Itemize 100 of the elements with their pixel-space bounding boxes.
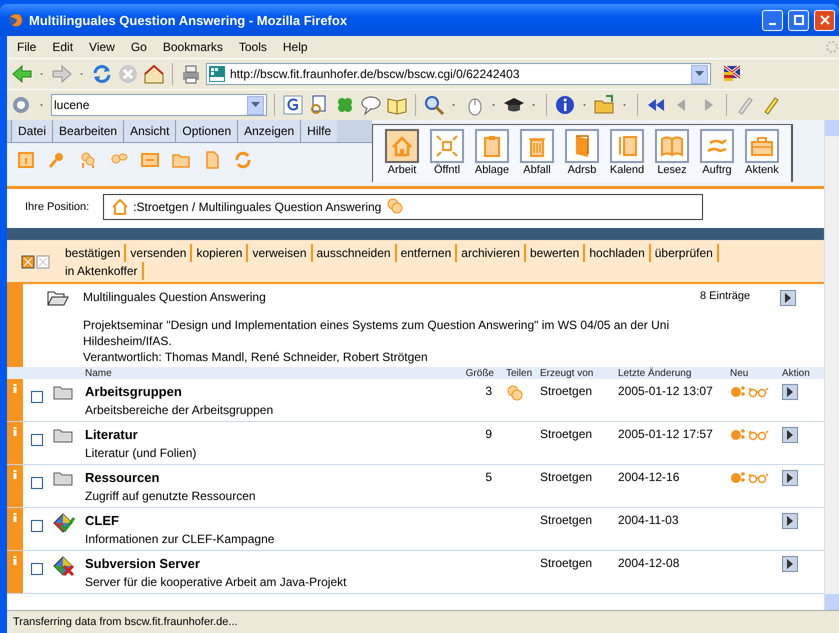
action-link[interactable]: archivieren xyxy=(457,244,526,262)
dropdown-caret-icon[interactable] xyxy=(247,96,264,114)
row-checkbox[interactable] xyxy=(31,391,43,403)
action-link[interactable]: versenden xyxy=(126,244,192,262)
creator-cell: Stroetgen xyxy=(540,513,592,527)
item-name-link[interactable]: Ressourcen xyxy=(85,470,160,485)
maximize-button[interactable] xyxy=(788,10,809,30)
menu-tab[interactable]: Bearbeiten xyxy=(52,120,124,142)
menu-item[interactable]: Help xyxy=(274,40,316,54)
column-header[interactable]: Aktion xyxy=(782,368,824,378)
sync-icon[interactable] xyxy=(234,151,252,169)
menu-tab[interactable]: Optionen xyxy=(175,120,238,142)
action-link[interactable]: in Aktenkoffer xyxy=(61,262,144,280)
creator-cell: Stroetgen xyxy=(540,384,592,398)
breadcrumb-path[interactable]: :Stroetgen / Multilinguales Question Answering xyxy=(133,200,382,214)
select-all-icon[interactable] xyxy=(21,255,51,269)
menu-tab[interactable]: Hilfe xyxy=(300,120,338,142)
forward-arrow-icon[interactable] xyxy=(51,63,73,85)
dropdown-caret-icon[interactable] xyxy=(691,64,708,84)
creator-cell: Stroetgen xyxy=(540,427,592,441)
column-header[interactable]: Erzeugt von xyxy=(540,368,618,378)
key-icon[interactable] xyxy=(48,151,66,169)
row-checkbox[interactable] xyxy=(31,477,43,489)
people-icon[interactable] xyxy=(79,151,97,169)
info-icon[interactable] xyxy=(554,94,576,116)
printer-icon[interactable] xyxy=(180,63,202,85)
size-cell: 3 xyxy=(485,384,492,398)
column-header[interactable]: Größe xyxy=(456,368,506,378)
action-link[interactable]: entfernen xyxy=(396,244,458,262)
new-events-icon[interactable] xyxy=(730,427,770,441)
reload-icon[interactable] xyxy=(91,63,113,85)
menu-tab[interactable]: Datei xyxy=(11,120,52,142)
action-arrow-button[interactable] xyxy=(782,384,798,400)
date-cell: 2004-12-16 xyxy=(618,470,680,484)
new-events-icon[interactable] xyxy=(730,384,770,398)
size-cell: 9 xyxy=(485,427,492,441)
action-link[interactable]: überprüfen xyxy=(650,244,719,262)
action-arrow-button[interactable] xyxy=(782,427,798,443)
home-icon[interactable] xyxy=(143,63,165,85)
play-triangle-icon xyxy=(786,430,794,440)
action-link[interactable]: hochladen xyxy=(585,244,651,262)
item-name-link[interactable]: CLEF xyxy=(85,513,119,528)
action-link[interactable]: ausschneiden xyxy=(312,244,397,262)
position-label: Ihre Position: xyxy=(25,201,90,213)
window-title: Multilinguales Question Answering - Mozilla Firefox xyxy=(29,12,348,28)
address-field[interactable]: http://bscw.fit.fraunhofer.de/bscw/bscw.cgi/0/62242403 xyxy=(206,63,711,85)
column-header[interactable]: Teilen xyxy=(506,368,540,378)
scrollbar[interactable] xyxy=(824,120,839,610)
folder-description: Projektseminar "Design und Implementation eines Systems zum Question Answering" im WS 04/05 an der Uni Hildesheim/IfAS. Verantwortlich: Thomas Mandl, René Schneider, Robert Strötgen xyxy=(83,317,670,365)
action-link[interactable]: verweisen xyxy=(248,244,312,262)
minimize-button[interactable] xyxy=(762,10,783,30)
diamond-check-icon xyxy=(53,513,75,533)
action-arrow-button[interactable] xyxy=(782,513,798,529)
play-triangle-icon xyxy=(786,516,794,526)
row-checkbox[interactable] xyxy=(31,563,43,575)
action-arrow-button[interactable] xyxy=(782,556,798,572)
new-events-icon[interactable] xyxy=(730,470,770,484)
folder-icon[interactable] xyxy=(594,94,616,116)
column-header[interactable]: Letzte Änderung xyxy=(618,368,730,378)
home-icon[interactable] xyxy=(112,199,128,215)
menu-item[interactable]: File xyxy=(9,40,44,54)
action-link[interactable]: bestätigen xyxy=(61,244,126,262)
minimize-icon xyxy=(769,23,776,25)
menu-item[interactable]: View xyxy=(81,40,123,54)
menu-item[interactable]: Bookmarks xyxy=(154,40,231,54)
folder-icon xyxy=(53,427,73,443)
column-header[interactable]: Neu xyxy=(730,368,782,378)
maximize-icon xyxy=(794,15,804,25)
back-arrow-icon[interactable] xyxy=(11,63,33,85)
item-name-link[interactable]: Subversion Server xyxy=(85,556,200,571)
action-arrow-button[interactable] xyxy=(782,470,798,486)
menu-tab[interactable]: Anzeigen xyxy=(237,120,300,142)
item-name-link[interactable]: Arbeitsgruppen xyxy=(85,384,182,399)
folder-name: Multilinguales Question Answering xyxy=(83,290,267,306)
entry-count: 8 Einträge xyxy=(700,290,752,304)
close-icon xyxy=(820,15,830,25)
open-folder-icon xyxy=(47,290,69,306)
date-cell: 2004-11-03 xyxy=(618,513,678,527)
menu-item[interactable]: Tools xyxy=(230,40,275,54)
play-triangle-icon xyxy=(786,473,794,483)
column-header[interactable]: Name xyxy=(85,368,456,378)
zoom-icon[interactable] xyxy=(423,94,445,116)
speech-bubble-icon[interactable] xyxy=(360,94,382,116)
action-link[interactable]: bewerten xyxy=(526,244,586,262)
menu-item[interactable]: Edit xyxy=(44,40,82,54)
action-arrow-button[interactable] xyxy=(780,290,796,306)
menu-tab[interactable]: Ansicht xyxy=(123,120,176,142)
close-button[interactable] xyxy=(814,10,835,30)
play-triangle-icon xyxy=(786,559,794,569)
play-triangle-icon xyxy=(784,293,792,303)
window-icon[interactable] xyxy=(141,151,159,169)
action-link[interactable]: kopieren xyxy=(192,244,248,262)
menu-item[interactable]: Go xyxy=(122,40,155,54)
folder-icon xyxy=(53,384,73,400)
search-field[interactable]: lucene xyxy=(51,94,267,116)
item-description: Literatur (und Folien) xyxy=(85,446,198,460)
size-cell: 5 xyxy=(485,470,492,484)
row-checkbox[interactable] xyxy=(31,520,43,532)
item-name-link[interactable]: Literatur xyxy=(85,427,138,442)
row-checkbox[interactable] xyxy=(31,434,43,446)
